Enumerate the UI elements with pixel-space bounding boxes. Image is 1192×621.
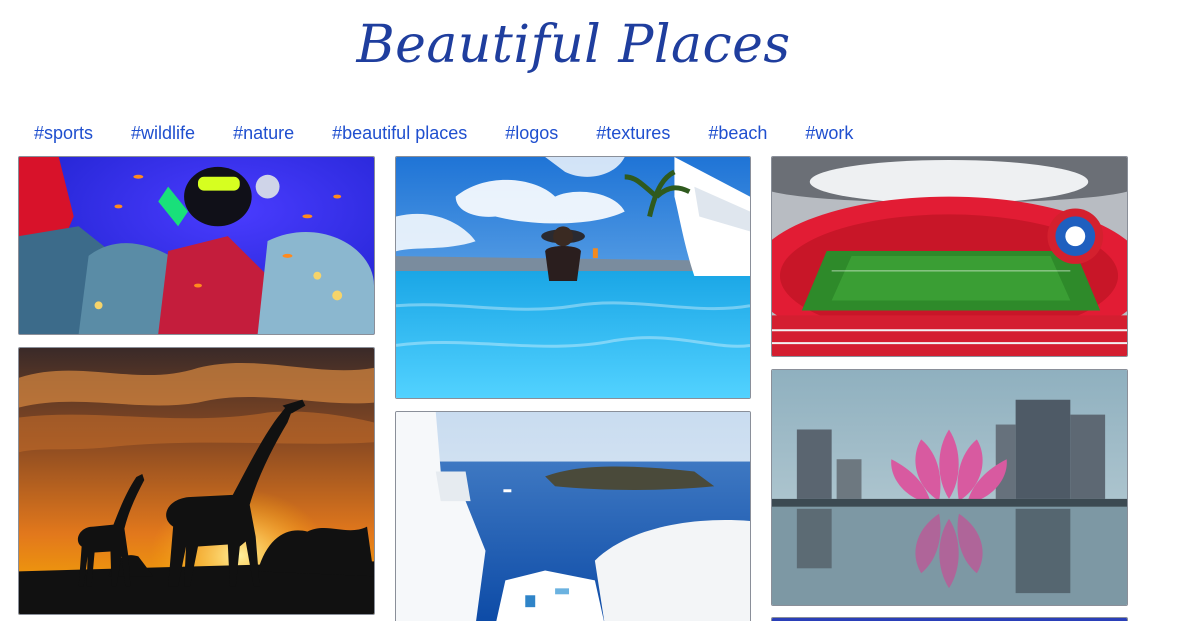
stadium-picture xyxy=(772,157,1127,356)
coral-reef-picture xyxy=(19,157,374,334)
santorini-picture xyxy=(396,412,750,621)
tag-link-nature[interactable]: #nature xyxy=(233,123,294,144)
gallery-image-santorini[interactable] xyxy=(395,411,751,621)
tag-link-wildlife[interactable]: #wildlife xyxy=(131,123,195,144)
gallery-image-giraffes-sunset[interactable] xyxy=(18,347,375,615)
tag-link-beautiful-places[interactable]: #beautiful places xyxy=(332,123,467,144)
tag-link-sports[interactable]: #sports xyxy=(34,123,93,144)
infinity-pool-picture xyxy=(396,157,750,398)
giraffes-sunset-picture xyxy=(19,348,374,614)
gallery-image-infinity-pool[interactable] xyxy=(395,156,751,399)
tag-link-work[interactable]: #work xyxy=(805,123,853,144)
page-title: Beautiful Places xyxy=(356,15,791,75)
tag-link-logos[interactable]: #logos xyxy=(505,123,558,144)
gallery-image-partial[interactable] xyxy=(771,617,1128,621)
tag-link-beach[interactable]: #beach xyxy=(708,123,767,144)
tag-nav: #sports #wildlife #nature #beautiful pla… xyxy=(34,120,853,146)
tag-link-textures[interactable]: #textures xyxy=(596,123,670,144)
gallery-image-lotus-building[interactable] xyxy=(771,369,1128,606)
gallery-image-stadium[interactable] xyxy=(771,156,1128,357)
lotus-building-picture xyxy=(772,370,1127,605)
page: Beautiful Places #sports #wildlife #natu… xyxy=(0,0,1192,621)
gallery-image-coral-reef[interactable] xyxy=(18,156,375,335)
